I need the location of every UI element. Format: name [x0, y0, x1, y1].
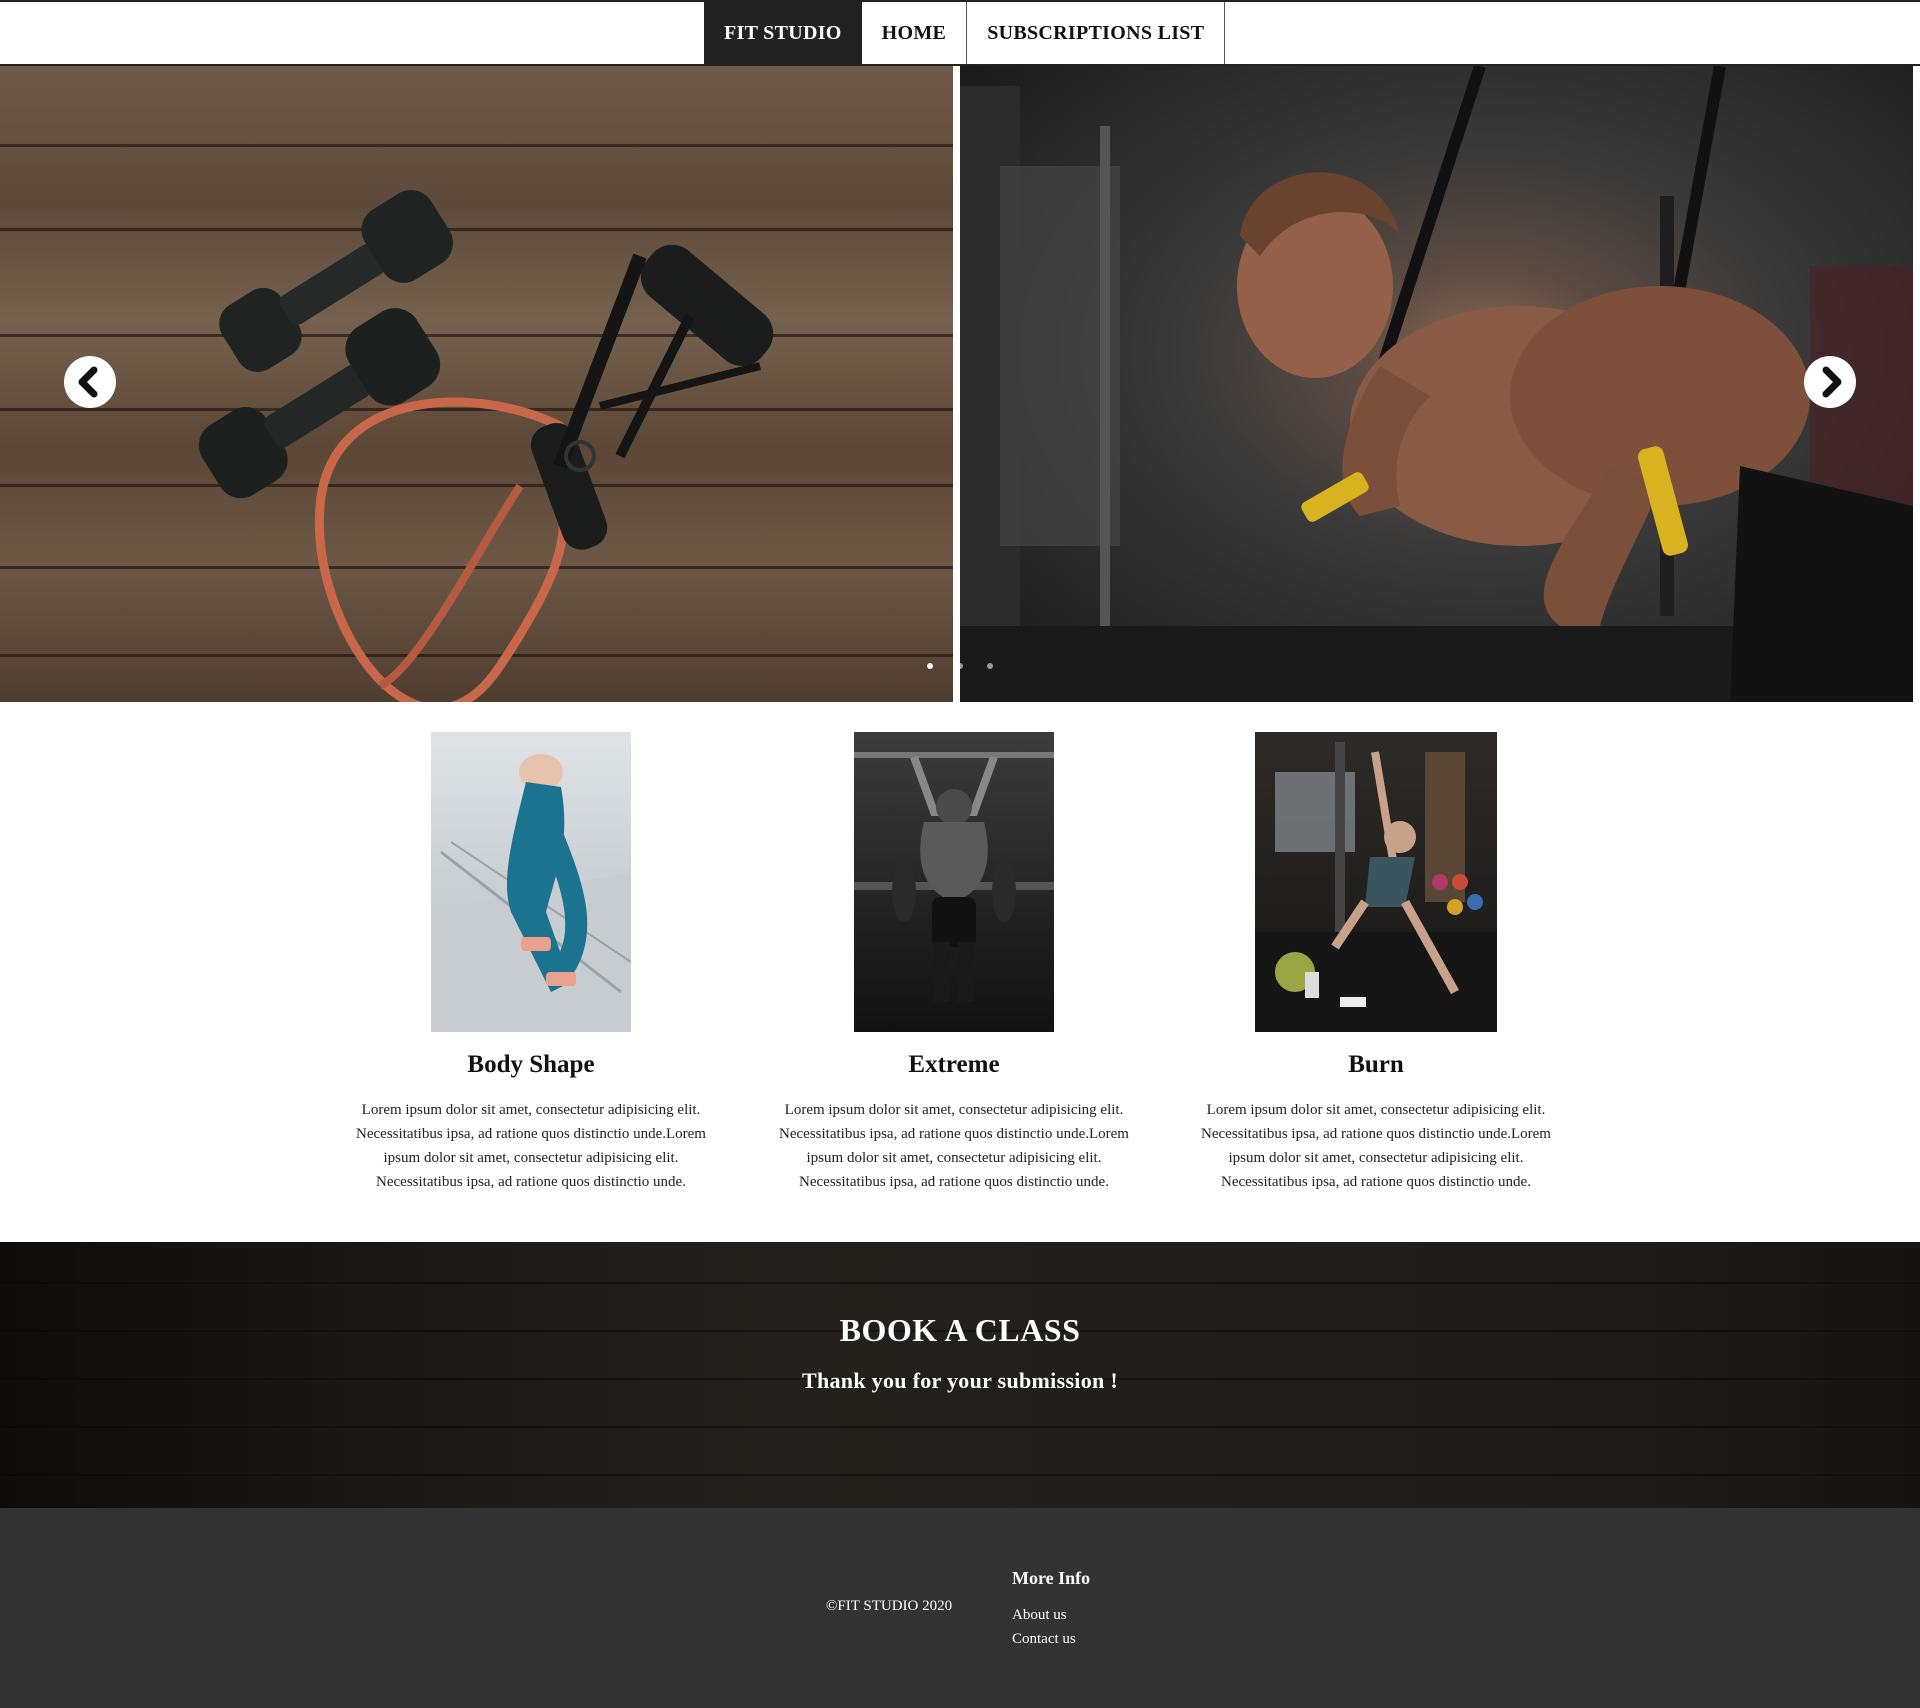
class-image-body-shape — [431, 732, 631, 1032]
carousel-indicators — [927, 663, 993, 669]
carousel-indicator-3[interactable] — [987, 663, 993, 669]
footer-link-about-us[interactable]: About us — [1012, 1603, 1090, 1627]
nav-item-subscriptions-list[interactable]: SUBSCRIPTIONS LIST — [967, 2, 1226, 64]
footer-more-info: More Info About us Contact us — [1012, 1568, 1090, 1651]
class-description: Lorem ipsum dolor sit amet, consectetur … — [779, 1102, 1129, 1190]
class-title: Burn — [1348, 1051, 1404, 1078]
class-card-extreme: Extreme Lorem ipsum dolor sit amet, cons… — [764, 732, 1144, 1194]
class-card-burn: Burn Lorem ipsum dolor sit amet, consect… — [1186, 732, 1566, 1194]
carousel-next-button[interactable] — [1804, 356, 1856, 408]
nav-menu: FIT STUDIO HOME SUBSCRIPTIONS LIST — [704, 2, 1226, 64]
hero-carousel — [0, 66, 1920, 702]
top-navbar: FIT STUDIO HOME SUBSCRIPTIONS LIST — [0, 0, 1920, 66]
class-image-burn — [1255, 732, 1497, 1032]
class-description: Lorem ipsum dolor sit amet, consectetur … — [356, 1102, 706, 1190]
chevron-right-icon — [1822, 366, 1842, 398]
chevron-left-icon — [78, 366, 98, 398]
carousel-indicator-1[interactable] — [927, 663, 933, 669]
class-title: Body Shape — [467, 1051, 595, 1078]
footer-link-contact-us[interactable]: Contact us — [1012, 1627, 1090, 1651]
classes-section: Body Shape Lorem ipsum dolor sit amet, c… — [0, 702, 1920, 1242]
book-a-class-section: BOOK A CLASS Thank you for your submissi… — [0, 1242, 1920, 1508]
class-image-extreme — [854, 732, 1054, 1032]
class-title: Extreme — [908, 1051, 1000, 1078]
carousel-indicator-2[interactable] — [957, 663, 963, 669]
class-description: Lorem ipsum dolor sit amet, consectetur … — [1201, 1102, 1551, 1190]
more-info-heading: More Info — [1012, 1568, 1091, 1588]
nav-brand-fit-studio[interactable]: FIT STUDIO — [704, 2, 862, 64]
page-footer: ©FIT STUDIO 2020 More Info About us Cont… — [0, 1508, 1920, 1708]
submission-confirmation-message: Thank you for your submission ! — [802, 1368, 1118, 1393]
book-a-class-heading: BOOK A CLASS — [839, 1312, 1081, 1348]
nav-item-home[interactable]: HOME — [862, 2, 968, 64]
carousel-prev-button[interactable] — [64, 356, 116, 408]
hero-image-dumbbells — [0, 66, 953, 702]
athlete-illustration — [960, 66, 1913, 702]
class-card-body-shape: Body Shape Lorem ipsum dolor sit amet, c… — [341, 732, 721, 1194]
dumbbells-illustration — [198, 190, 774, 702]
hero-image-athlete — [960, 66, 1913, 702]
footer-copyright: ©FIT STUDIO 2020 — [826, 1598, 953, 1614]
